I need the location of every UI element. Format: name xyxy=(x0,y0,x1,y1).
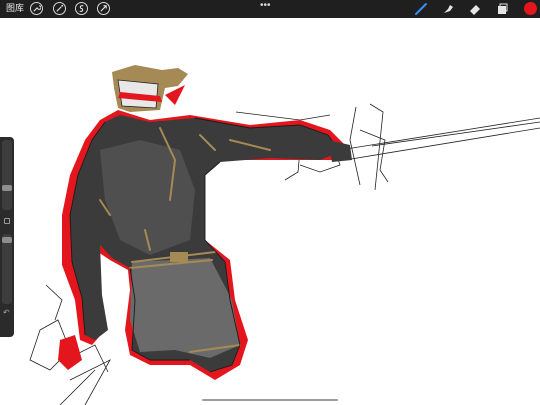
wrench-icon[interactable] xyxy=(30,2,43,15)
more-options-icon[interactable]: ••• xyxy=(260,1,271,11)
smudge-icon[interactable] xyxy=(441,2,455,16)
opacity-knob[interactable] xyxy=(2,237,12,243)
eraser-icon[interactable] xyxy=(468,2,482,16)
transform-arrow-icon[interactable] xyxy=(97,2,110,15)
belt-buckle xyxy=(170,252,188,262)
left-sidebar: ↶ xyxy=(0,137,14,337)
opacity-slider[interactable] xyxy=(2,234,12,304)
color-picker-button[interactable] xyxy=(524,2,537,15)
brush-size-knob[interactable] xyxy=(2,185,12,191)
right-gauntlet xyxy=(328,140,352,162)
left-gauntlet xyxy=(58,335,82,370)
undo-icon[interactable]: ↶ xyxy=(3,309,10,317)
brush-icon[interactable] xyxy=(414,2,428,16)
canvas-artwork[interactable] xyxy=(0,0,540,405)
top-toolbar: 图库 ••• xyxy=(0,0,540,18)
layers-icon[interactable] xyxy=(495,2,509,16)
selection-icon[interactable] xyxy=(75,2,88,15)
eyedropper-square-button[interactable] xyxy=(4,218,10,224)
gallery-button[interactable]: 图库 xyxy=(6,3,24,15)
helmet xyxy=(112,65,188,112)
brush-size-slider[interactable] xyxy=(2,140,12,210)
home-indicator xyxy=(202,399,338,401)
magic-wand-icon[interactable] xyxy=(53,2,66,15)
